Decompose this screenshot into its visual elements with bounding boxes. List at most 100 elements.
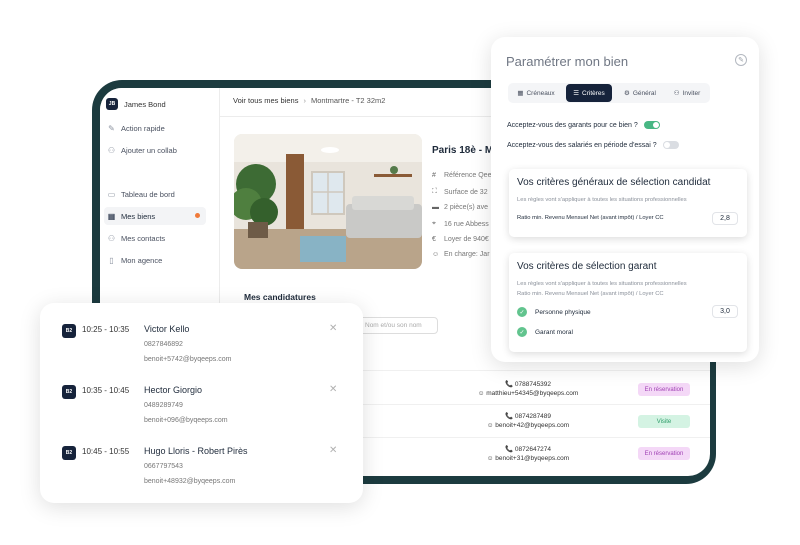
contacts-icon: ⚇ [107,233,116,243]
close-icon[interactable]: ✕ [329,323,337,334]
close-icon[interactable]: ✕ [329,445,337,456]
tab-label: Général [632,89,656,97]
sidebar-item-tableau-de-bord[interactable]: ▭ Tableau de bord [104,185,206,203]
phone-number: 📞 0788745392 [504,381,552,388]
breadcrumb: Voir tous mes biens › Montmartre - T2 32… [233,96,385,105]
tab-label: Inviter [682,89,701,97]
sidebar-item-label: Mes biens [121,211,156,221]
tab-label: Critères [582,89,605,97]
building-icon: ▦ [107,211,116,221]
tab-inviter[interactable]: ⚇ Inviter [666,84,708,102]
ratio-label: Ratio min. Revenu Mensuel Net (avant imp… [517,291,664,297]
slot-email: benoit+48932@byqeeps.com [144,478,236,485]
sidebar-item-mes-biens[interactable]: ▦ Mes biens [104,207,206,225]
sidebar-item-label: Action rapide [121,123,165,133]
slot-item[interactable]: B2 10:25 - 10:35 Victor Kello 0827846892… [40,303,363,363]
property-photo[interactable] [234,134,422,269]
add-user-icon: ⚇ [107,145,116,155]
wand-icon: ✎ [108,123,115,133]
criteria-item-personne-physique[interactable]: ✓ Personne physique [517,307,591,317]
building-badge: B2 [62,385,76,399]
chevron-right-icon: › [303,96,306,105]
ratio-label: Ratio min. Revenu Mensuel Net (avant imp… [517,215,664,221]
visit-slots-card: B2 10:25 - 10:35 Victor Kello 0827846892… [40,303,363,503]
status-badge: En réservation [638,383,690,396]
slot-time: 10:35 - 10:45 [82,386,130,395]
property-title: Paris 18è - Mo [432,145,500,156]
phone-number: 📞 0874287489 [504,413,552,420]
question-label: Acceptez-vous des salariés en période d'… [507,141,657,149]
close-icon[interactable]: ✕ [329,384,337,395]
candidate-contact: 📞 0874287489 ☺ benoit+42@byqeeps.com [468,412,588,430]
property-detail: € Loyer de 940€ [432,236,489,243]
calendar-icon: ▦ [517,90,524,97]
edit-icon[interactable]: ✎ [735,54,747,66]
email-address: ☺ benoit+42@byqeeps.com [486,422,570,429]
user-menu[interactable]: JB James Bond [106,98,166,110]
slot-item[interactable]: B2 10:35 - 10:45 Hector Giorgio 04892897… [40,364,363,424]
sidebar-item-label: Ajouter un collab [121,145,177,155]
tab-label: Créneaux [526,89,555,97]
breadcrumb-current: Montmartre - T2 32m2 [310,96,386,105]
sidebar-item-ajouter-collab[interactable]: ⚇ Ajouter un collab [104,141,206,159]
property-detail: ⌖ 16 rue Abbess [432,220,489,228]
tab-creneaux[interactable]: ▦ Créneaux [511,84,561,102]
building-badge: B2 [62,324,76,338]
panel-title: Paramétrer mon bien [506,54,629,69]
slot-email: benoit+5742@byqeeps.com [144,356,232,363]
slot-email: benoit+096@byqeeps.com [144,417,228,424]
check-icon: ✓ [517,307,527,317]
sidebar-item-mon-agence[interactable]: ▯ Mon agence [104,251,206,269]
property-detail-text: Loyer de 940€ [444,236,489,243]
breadcrumb-back-link[interactable]: Voir tous mes biens [233,96,298,105]
check-icon: ✓ [517,327,527,337]
toggle-periode-essai[interactable] [662,141,679,149]
criteria-title: Vos critères généraux de sélection candi… [517,177,711,188]
status-badge: Visite [638,415,690,428]
euro-icon: € [432,236,436,243]
criteria-item-garant-moral[interactable]: ✓ Garant moral [517,327,573,337]
ratio-input[interactable]: 3,0 [712,305,738,318]
sliders-icon: ☰ [573,90,580,97]
sidebar-item-label: Tableau de bord [121,189,175,199]
slot-phone: 0667797543 [144,463,183,470]
slot-item[interactable]: B2 10:45 - 10:55 Hugo Lloris - Robert Pi… [40,425,363,485]
criteria-item-label: Garant moral [535,328,573,336]
avatar: JB [106,98,118,110]
sidebar-item-action-rapide[interactable]: ✎ Action rapide [104,119,206,137]
question-label: Acceptez-vous des garants pour ce bien ? [507,121,638,129]
slot-phone: 0489289749 [144,402,183,409]
user-name: James Bond [124,99,166,109]
slot-time: 10:45 - 10:55 [82,447,130,456]
sidebar-item-label: Mes contacts [121,233,166,243]
question-garants: Acceptez-vous des garants pour ce bien ? [507,121,660,129]
question-periode-essai: Acceptez-vous des salariés en période d'… [507,141,679,149]
candidatures-title: Mes candidatures [244,292,316,302]
email-address: ☺ benoit+31@byqeeps.com [486,455,570,462]
tab-criteres[interactable]: ☰ Critères [566,84,612,102]
property-detail: # Référence Qee [432,172,491,179]
person-icon: ☺ [432,251,440,258]
tab-general[interactable]: ⚙ Général [617,84,663,102]
property-detail-text: En charge: Jar [444,251,490,258]
criteria-subtitle: Les règles vont s'appliquer à toutes les… [517,197,687,203]
guarantor-criteria-card: Vos critères de sélection garant Les règ… [509,253,747,352]
criteria-item-label: Personne physique [535,308,591,316]
candidate-criteria-card: Vos critères généraux de sélection candi… [509,169,747,237]
location-icon: ⌖ [432,220,436,227]
rooms-icon: ▬ [432,204,439,211]
slot-candidate-name: Victor Kello [144,324,190,334]
status-badge: En réservation [638,447,690,460]
property-detail-text: 16 rue Abbess [444,220,489,228]
sidebar-item-mes-contacts[interactable]: ⚇ Mes contacts [104,229,206,247]
settings-panel: Paramétrer mon bien ✎ ▦ Créneaux ☰ Critère… [491,37,759,362]
toggle-garants[interactable] [643,121,660,129]
ratio-input[interactable]: 2,8 [712,212,738,225]
dashboard-icon: ▭ [107,189,116,199]
property-detail-text: Surface de 32 [444,188,488,196]
area-icon: ⛶ [432,188,437,195]
search-input[interactable]: Nom et/ou son nom [358,317,438,334]
phone-number: 📞 0872647274 [504,446,552,453]
candidate-contact: 📞 0872647274 ☺ benoit+31@byqeeps.com [468,445,588,463]
slot-phone: 0827846892 [144,341,183,348]
